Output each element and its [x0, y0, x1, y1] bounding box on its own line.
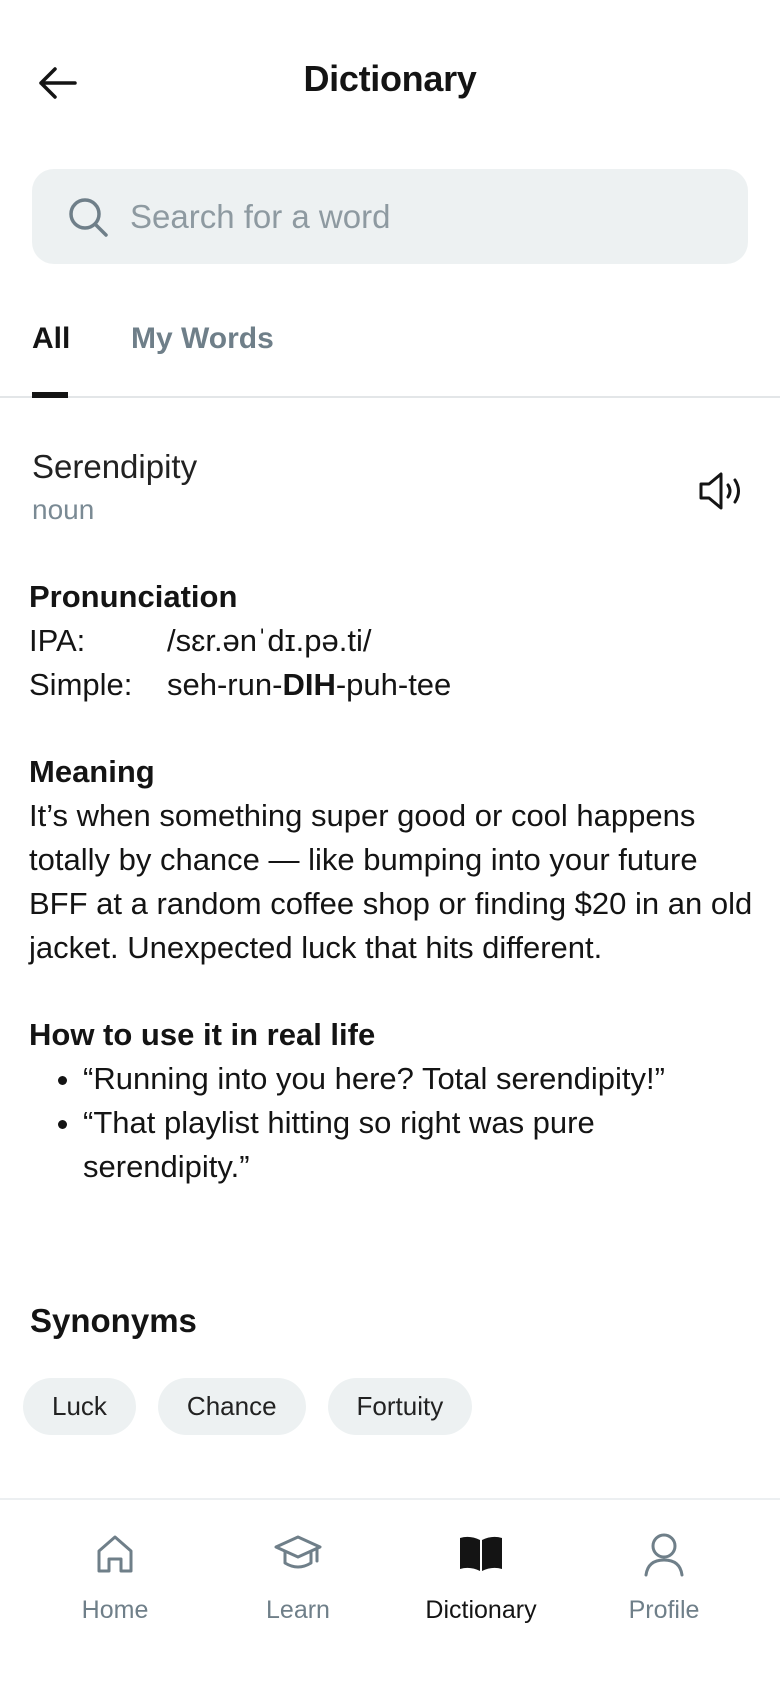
tab-my-words[interactable]: My Words: [131, 322, 274, 356]
synonym-chip[interactable]: Chance: [157, 1378, 306, 1435]
nav-profile-label: Profile: [628, 1596, 700, 1624]
nav-profile[interactable]: Profile: [584, 1528, 744, 1625]
nav-home[interactable]: Home: [35, 1528, 195, 1625]
definition-content: Pronunciation IPA: /sɛr.ənˈdɪ.pə.ti/ Sim…: [29, 575, 759, 1189]
home-icon: [97, 1535, 133, 1573]
usage-examples: “Running into you here? Total serendipit…: [29, 1057, 759, 1189]
synonym-chip[interactable]: Fortuity: [327, 1378, 473, 1435]
nav-dictionary[interactable]: Dictionary: [401, 1528, 561, 1625]
speaker-icon: [699, 472, 740, 510]
part-of-speech: noun: [32, 494, 95, 525]
synonym-chips: Luck Chance Fortuity: [23, 1378, 473, 1435]
synonym-chip[interactable]: Luck: [23, 1378, 136, 1435]
usage-example: “Running into you here? Total serendipit…: [83, 1057, 759, 1101]
tab-bar: All My Words: [0, 310, 780, 398]
ipa-row: IPA: /sɛr.ənˈdɪ.pə.ti/: [29, 619, 759, 663]
nav-home-label: Home: [81, 1596, 149, 1624]
tab-all[interactable]: All: [32, 322, 70, 356]
usage-heading: How to use it in real life: [29, 1017, 376, 1052]
simple-row: Simple: seh-run-DIH-puh-tee: [29, 663, 759, 707]
meaning-text: It’s when something super good or cool h…: [29, 798, 753, 965]
nav-dictionary-label: Dictionary: [425, 1596, 537, 1624]
ipa-value: /sɛr.ənˈdɪ.pə.ti/: [167, 623, 372, 658]
nav-learn-label: Learn: [266, 1596, 330, 1624]
search-bar[interactable]: [32, 169, 748, 264]
graduation-cap-icon: [274, 1535, 322, 1569]
app-header: Dictionary: [0, 0, 780, 160]
user-icon: [644, 1533, 684, 1577]
bottom-nav: Home Learn Dictionary Profile: [0, 1498, 780, 1690]
stressed-syllable: DIH: [282, 667, 336, 702]
pronunciation-heading: Pronunciation: [29, 579, 238, 614]
word-header: Serendipity noun: [32, 448, 748, 538]
search-input[interactable]: [128, 196, 692, 237]
book-icon: [460, 1536, 502, 1571]
pronounce-button[interactable]: [694, 466, 748, 516]
active-tab-indicator: [32, 392, 68, 398]
page-title: Dictionary: [303, 58, 477, 99]
word-title: Serendipity: [32, 448, 198, 485]
meaning-heading: Meaning: [29, 754, 155, 789]
simple-after: -puh-tee: [335, 667, 452, 702]
simple-label: Simple:: [29, 667, 133, 702]
nav-learn[interactable]: Learn: [218, 1528, 378, 1625]
usage-example: “That playlist hitting so right was pure…: [83, 1101, 759, 1189]
simple-value: seh-run-DIH-puh-tee: [167, 663, 451, 707]
ipa-label: IPA:: [29, 623, 86, 658]
simple-before: seh-run-: [167, 667, 283, 702]
search-icon: [66, 195, 110, 239]
synonyms-heading: Synonyms: [30, 1302, 197, 1339]
